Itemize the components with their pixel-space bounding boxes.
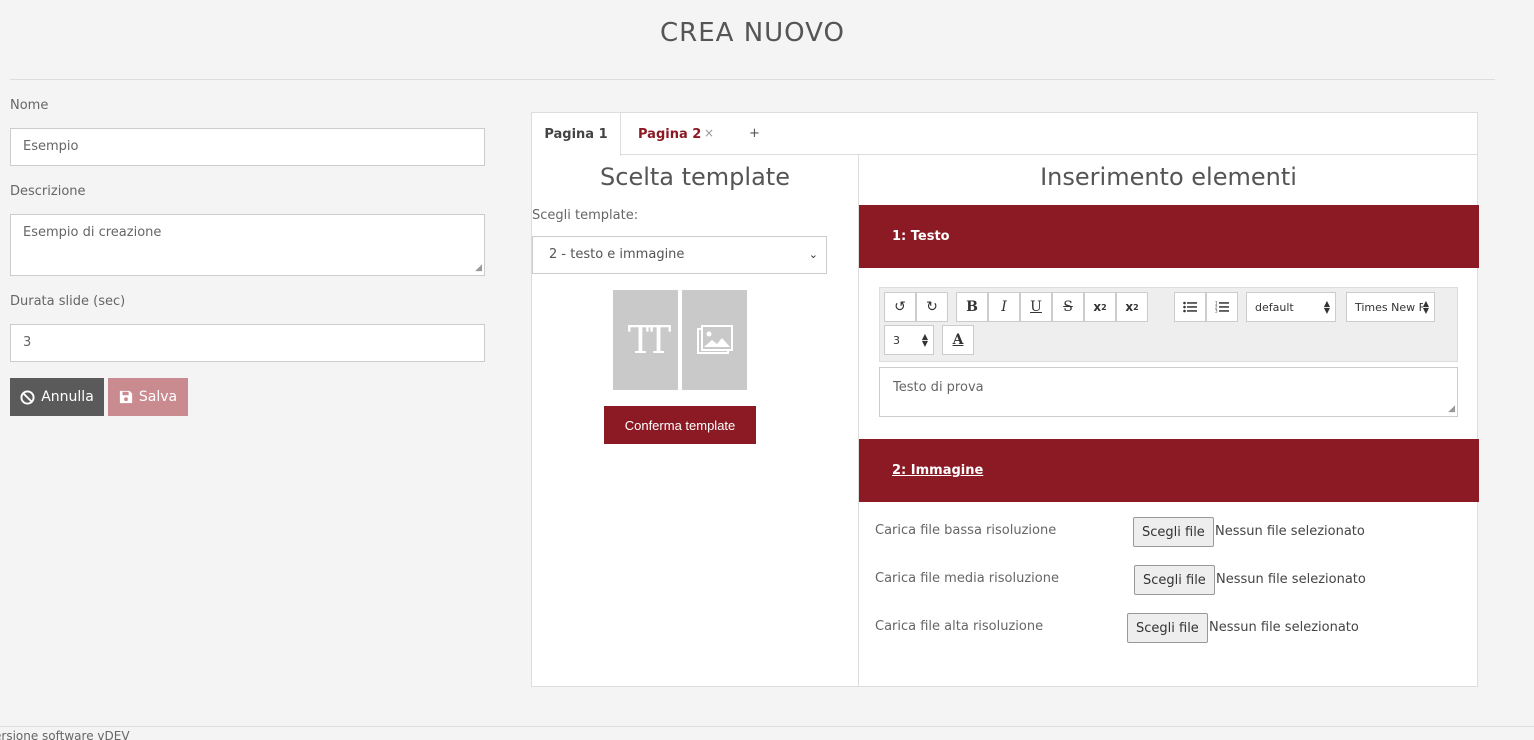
duration-input[interactable]: 3 [10,324,485,362]
upload-mid-res-label: Carica file media risoluzione [875,571,1059,586]
template-preview: TT [613,290,747,391]
upload-low-res-label: Carica file bassa risoluzione [875,523,1057,538]
bullet-list-icon[interactable] [1174,292,1206,322]
template-column: Scelta template Scegli template: 2 - tes… [532,155,858,686]
image-template-icon [682,290,747,390]
description-label: Descrizione [10,184,86,199]
upload-high-res: Carica file alta risoluzione Scegli file… [875,613,1465,643]
font-color-icon[interactable]: A [942,325,974,355]
description-textarea[interactable]: Esempio di creazione ◢ [10,214,485,276]
page-title: CREA NUOVO [660,18,845,48]
cancel-label: Annulla [41,389,94,405]
file-status: Nessun file selezionato [1209,620,1359,635]
elements-column: Inserimento elementi 1: Testo ↺ ↻ B I U … [858,155,1479,686]
font-family-value: Times New F [1355,300,1425,314]
name-label: Nome [10,98,49,113]
paragraph-style-select[interactable]: default ▲ ▼ [1246,292,1336,322]
template-choose-label: Scegli template: [532,208,639,223]
software-version: ersione software vDEV [0,729,130,740]
resize-grip-icon[interactable]: ◢ [475,264,482,273]
svg-text:3: 3 [1215,309,1218,314]
ban-icon [20,389,35,405]
undo-icon[interactable]: ↺ [884,292,916,322]
upload-low-res: Carica file bassa risoluzione Scegli fil… [875,517,1465,547]
description-text: Esempio di creazione [23,225,162,240]
superscript-icon[interactable]: x2 [1116,292,1148,322]
template-select[interactable]: 2 - testo e immagine ⌄ [532,236,827,274]
upload-mid-res: Carica file media risoluzione Scegli fil… [875,565,1465,595]
font-size-select[interactable]: 3 ▲ ▼ [884,325,934,355]
slide-form: Nome Esempio Descrizione Esempio di crea… [10,98,485,362]
font-size-value: 3 [893,333,900,347]
element-2-header[interactable]: 2: Immagine [859,439,1479,502]
template-select-value: 2 - testo e immagine [549,247,685,262]
choose-file-button[interactable]: Scegli file [1134,565,1215,595]
strikethrough-icon[interactable]: S [1052,292,1084,322]
file-status: Nessun file selezionato [1215,524,1365,539]
file-status: Nessun file selezionato [1216,572,1366,587]
duration-label: Durata slide (sec) [10,294,126,309]
choose-file-button[interactable]: Scegli file [1133,517,1214,547]
close-tab-icon[interactable]: × [704,126,714,140]
select-arrows-icon: ▲ ▼ [921,332,928,348]
underline-icon[interactable]: U [1020,292,1052,322]
editor-toolbar: ↺ ↻ B I U S x2 x2 123 default ▲ ▼ Times N… [879,287,1458,362]
chevron-down-icon: ⌄ [808,248,818,261]
save-label: Salva [138,389,178,405]
resize-grip-icon[interactable]: ◢ [1448,405,1455,414]
footer-divider [0,726,1534,727]
italic-icon[interactable]: I [988,292,1020,322]
elements-section-title: Inserimento elementi [1040,163,1297,191]
element-1-title: 1: Testo [892,229,950,244]
save-button[interactable]: Salva [108,378,188,416]
page-editor-panel: Pagina 1 Pagina 2 × + Scelta template Sc… [531,112,1479,687]
select-arrows-icon: ▲ ▼ [1422,299,1429,315]
cancel-button[interactable]: Annulla [10,378,104,416]
choose-file-button[interactable]: Scegli file [1127,613,1208,643]
element-2-title: 2: Immagine [892,463,984,478]
header-divider [10,79,1495,80]
name-input[interactable]: Esempio [10,128,485,166]
page-tabs: Pagina 1 Pagina 2 × + [532,113,1477,156]
upload-high-res-label: Carica file alta risoluzione [875,619,1044,634]
select-arrows-icon: ▲ ▼ [1323,299,1330,315]
confirm-template-button[interactable]: Conferma template [604,406,756,444]
tab-pagina-2[interactable]: Pagina 2 [638,113,701,155]
element-1-header[interactable]: 1: Testo [859,205,1479,268]
subscript-icon[interactable]: x2 [1084,292,1116,322]
text-template-icon: TT [613,290,678,390]
add-tab-button[interactable]: + [749,126,760,141]
tab-pagina-1[interactable]: Pagina 1 [532,113,621,156]
bold-icon[interactable]: B [956,292,988,322]
rich-text-editor[interactable]: Testo di prova ◢ [879,367,1458,417]
redo-icon[interactable]: ↻ [916,292,948,322]
editor-content: Testo di prova [893,380,984,395]
numbered-list-icon[interactable]: 123 [1206,292,1238,322]
paragraph-style-value: default [1255,300,1294,314]
template-section-title: Scelta template [600,163,790,191]
save-icon [119,390,132,404]
font-family-select[interactable]: Times New F ▲ ▼ [1346,292,1435,322]
